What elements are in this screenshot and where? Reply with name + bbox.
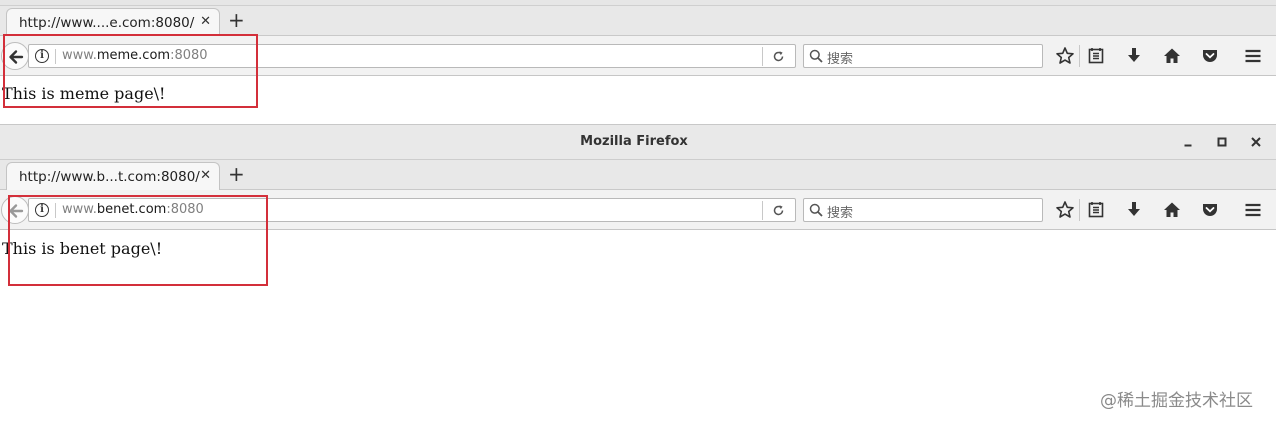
star-icon[interactable] [1055, 46, 1075, 66]
window-title: Mozilla Firefox [580, 134, 688, 149]
tab-strip-top: http://www....e.com:8080/ ✕ + [0, 6, 1276, 37]
watermark: @稀土掘金技术社区 [1100, 391, 1253, 411]
reload-icon[interactable] [772, 50, 785, 63]
highlight-box-second [8, 195, 268, 286]
toolbar-divider [1079, 45, 1080, 67]
download-icon[interactable] [1124, 200, 1144, 220]
window-titlebar[interactable]: Mozilla Firefox [0, 124, 1276, 160]
reload-divider [762, 47, 763, 66]
home-icon[interactable] [1162, 46, 1182, 66]
pocket-icon[interactable] [1200, 200, 1220, 220]
tab-meme[interactable]: http://www....e.com:8080/ ✕ [6, 8, 220, 37]
minimize-icon[interactable] [1180, 134, 1196, 150]
menu-icon[interactable] [1243, 200, 1263, 220]
tab-title: http://www.b...t.com:8080/ [19, 169, 200, 185]
reload-icon[interactable] [772, 204, 785, 217]
tab-close-icon[interactable]: ✕ [200, 14, 211, 30]
home-icon[interactable] [1162, 200, 1182, 220]
tab-strip-second: http://www.b...t.com:8080/ ✕ + [0, 160, 1276, 191]
tab-title: http://www....e.com:8080/ [19, 15, 195, 31]
search-placeholder: 搜索 [827, 206, 854, 221]
star-icon[interactable] [1055, 200, 1075, 220]
menu-icon[interactable] [1243, 46, 1263, 66]
highlight-box-top [3, 34, 258, 108]
search-bar[interactable]: 搜索 [803, 44, 1043, 68]
toolbar-divider [1079, 199, 1080, 221]
new-tab-button[interactable]: + [228, 163, 245, 185]
tab-close-icon[interactable]: ✕ [200, 168, 211, 184]
pocket-icon[interactable] [1200, 46, 1220, 66]
reading-list-icon[interactable] [1086, 46, 1106, 66]
reload-divider [762, 201, 763, 220]
search-placeholder: 搜索 [827, 52, 854, 67]
tab-benet[interactable]: http://www.b...t.com:8080/ ✕ [6, 162, 220, 191]
search-bar[interactable]: 搜索 [803, 198, 1043, 222]
close-window-icon[interactable] [1248, 134, 1264, 150]
reading-list-icon[interactable] [1086, 200, 1106, 220]
new-tab-button[interactable]: + [228, 9, 245, 31]
download-icon[interactable] [1124, 46, 1144, 66]
maximize-icon[interactable] [1214, 134, 1230, 150]
search-icon [809, 49, 823, 63]
search-icon [809, 203, 823, 217]
